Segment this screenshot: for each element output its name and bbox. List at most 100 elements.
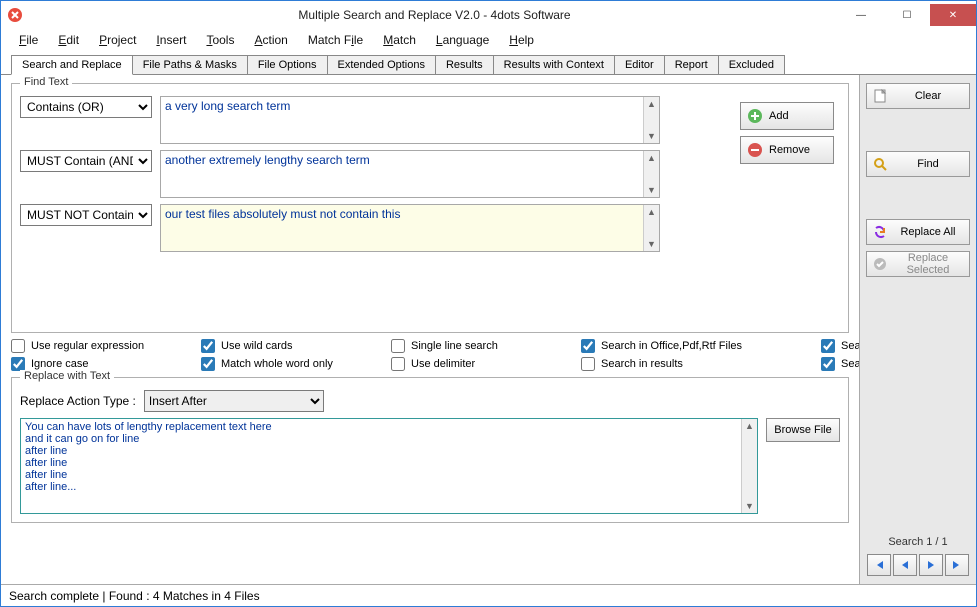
plus-icon bbox=[747, 108, 763, 124]
find-button[interactable]: Find bbox=[866, 151, 970, 177]
clear-label: Clear bbox=[893, 90, 963, 102]
tab-results-context[interactable]: Results with Context bbox=[493, 55, 615, 74]
scroll-indicator[interactable]: ▲▼ bbox=[643, 97, 659, 143]
menu-help[interactable]: Help bbox=[499, 31, 544, 49]
replace-text-input[interactable]: You can have lots of lengthy replacement… bbox=[21, 419, 741, 513]
replace-icon bbox=[873, 225, 887, 239]
replace-selected-button[interactable]: Replace Selected bbox=[866, 251, 970, 277]
opt-label: Search in Office,Pdf,Rtf Files bbox=[601, 340, 742, 352]
add-remove-group: Add Remove bbox=[740, 102, 834, 164]
tab-file-options[interactable]: File Options bbox=[247, 55, 328, 74]
find-group-legend: Find Text bbox=[20, 76, 72, 88]
opt-label: Search in results bbox=[601, 358, 683, 370]
tab-extended[interactable]: Extended Options bbox=[327, 55, 436, 74]
tab-report[interactable]: Report bbox=[664, 55, 719, 74]
minimize-button[interactable]: — bbox=[838, 4, 884, 26]
scroll-indicator[interactable]: ▲▼ bbox=[741, 419, 757, 513]
find-text-group: Find Text Contains (OR) a very long sear… bbox=[11, 83, 849, 333]
opt-label: Match whole word only bbox=[221, 358, 333, 370]
find-text-input-3[interactable]: our test files absolutely must not conta… bbox=[161, 205, 643, 251]
find-row-2: MUST Contain (AND) another extremely len… bbox=[20, 150, 660, 198]
tab-file-paths[interactable]: File Paths & Masks bbox=[132, 55, 248, 74]
add-button[interactable]: Add bbox=[740, 102, 834, 130]
content-panel: Find Text Contains (OR) a very long sear… bbox=[1, 75, 859, 584]
close-button[interactable]: ✕ bbox=[930, 4, 976, 26]
menu-edit[interactable]: Edit bbox=[48, 31, 89, 49]
replace-all-label: Replace All bbox=[893, 226, 963, 238]
opt-single-line[interactable]: Single line search bbox=[391, 339, 541, 353]
document-icon bbox=[873, 89, 887, 103]
opt-use-regex[interactable]: Use regular expression bbox=[11, 339, 161, 353]
search-nav-label: Search 1 / 1 bbox=[866, 536, 970, 548]
find-mode-select-2[interactable]: MUST Contain (AND) bbox=[20, 150, 152, 172]
status-bar: Search complete | Found : 4 Matches in 4… bbox=[1, 584, 976, 606]
replace-selected-label: Replace Selected bbox=[893, 252, 963, 276]
menu-project[interactable]: Project bbox=[89, 31, 146, 49]
nav-first-button[interactable] bbox=[867, 554, 891, 576]
menu-action[interactable]: Action bbox=[244, 31, 297, 49]
scroll-indicator[interactable]: ▲▼ bbox=[643, 151, 659, 197]
opt-ignore-case[interactable]: Ignore case bbox=[11, 357, 161, 371]
opt-whole-word[interactable]: Match whole word only bbox=[201, 357, 351, 371]
opt-label: Use wild cards bbox=[221, 340, 293, 352]
find-text-input-1[interactable]: a very long search term bbox=[161, 97, 643, 143]
main-area: Find Text Contains (OR) a very long sear… bbox=[1, 75, 976, 584]
clear-button[interactable]: Clear bbox=[866, 83, 970, 109]
opt-label: Use regular expression bbox=[31, 340, 144, 352]
find-text-input-2[interactable]: another extremely lengthy search term bbox=[161, 151, 643, 197]
nav-prev-button[interactable] bbox=[893, 554, 917, 576]
replace-group: Replace with Text Replace Action Type : … bbox=[11, 377, 849, 523]
find-row-1: Contains (OR) a very long search term ▲▼ bbox=[20, 96, 660, 144]
opt-search-compressed[interactable]: Search in compressed archives bbox=[821, 339, 859, 353]
scroll-indicator[interactable]: ▲▼ bbox=[643, 205, 659, 251]
window-controls: — ☐ ✕ bbox=[838, 4, 976, 26]
menu-match[interactable]: Match bbox=[373, 31, 426, 49]
menu-file[interactable]: File bbox=[9, 31, 48, 49]
tab-strip: Search and Replace File Paths & Masks Fi… bbox=[1, 51, 976, 75]
browse-file-button[interactable]: Browse File bbox=[766, 418, 840, 442]
menu-matchfile[interactable]: Match File bbox=[298, 31, 373, 49]
opt-use-delimiter[interactable]: Use delimiter bbox=[391, 357, 541, 371]
replace-group-legend: Replace with Text bbox=[20, 370, 114, 382]
opt-label: Single line search bbox=[411, 340, 498, 352]
minus-icon bbox=[747, 142, 763, 158]
opt-label: Ignore case bbox=[31, 358, 88, 370]
replace-all-button[interactable]: Replace All bbox=[866, 219, 970, 245]
tab-results[interactable]: Results bbox=[435, 55, 494, 74]
nav-buttons bbox=[866, 554, 970, 576]
options-row: Use regular expression Ignore case Use w… bbox=[11, 339, 849, 371]
remove-button[interactable]: Remove bbox=[740, 136, 834, 164]
find-mode-select-3[interactable]: MUST NOT Contain (NO bbox=[20, 204, 152, 226]
side-panel: Clear Find Replace All Replace Selected … bbox=[859, 75, 976, 584]
find-row-3: MUST NOT Contain (NO our test files abso… bbox=[20, 204, 660, 252]
app-icon bbox=[7, 7, 23, 23]
opt-search-binary[interactable]: Search in binary files bbox=[821, 357, 859, 371]
tab-editor[interactable]: Editor bbox=[614, 55, 665, 74]
find-mode-select-1[interactable]: Contains (OR) bbox=[20, 96, 152, 118]
menu-language[interactable]: Language bbox=[426, 31, 499, 49]
check-icon bbox=[873, 257, 887, 271]
add-label: Add bbox=[769, 110, 827, 122]
tab-excluded[interactable]: Excluded bbox=[718, 55, 785, 74]
tab-search-replace[interactable]: Search and Replace bbox=[11, 55, 133, 75]
replace-action-label: Replace Action Type : bbox=[20, 394, 136, 408]
find-label: Find bbox=[893, 158, 963, 170]
title-bar: Multiple Search and Replace V2.0 - 4dots… bbox=[1, 1, 976, 29]
nav-last-button[interactable] bbox=[945, 554, 969, 576]
menu-bar: File Edit Project Insert Tools Action Ma… bbox=[1, 29, 976, 51]
opt-label: Search in compressed archives bbox=[841, 340, 859, 352]
opt-search-results[interactable]: Search in results bbox=[581, 357, 781, 371]
status-text: Search complete | Found : 4 Matches in 4… bbox=[9, 589, 260, 603]
opt-wildcards[interactable]: Use wild cards bbox=[201, 339, 351, 353]
nav-next-button[interactable] bbox=[919, 554, 943, 576]
window-title: Multiple Search and Replace V2.0 - 4dots… bbox=[31, 8, 838, 22]
search-icon bbox=[873, 157, 887, 171]
opt-label: Use delimiter bbox=[411, 358, 475, 370]
maximize-button[interactable]: ☐ bbox=[884, 4, 930, 26]
opt-search-office[interactable]: Search in Office,Pdf,Rtf Files bbox=[581, 339, 781, 353]
menu-insert[interactable]: Insert bbox=[146, 31, 196, 49]
remove-label: Remove bbox=[769, 144, 827, 156]
opt-label: Search in binary files bbox=[841, 358, 859, 370]
menu-tools[interactable]: Tools bbox=[196, 31, 244, 49]
replace-action-select[interactable]: Insert After bbox=[144, 390, 324, 412]
